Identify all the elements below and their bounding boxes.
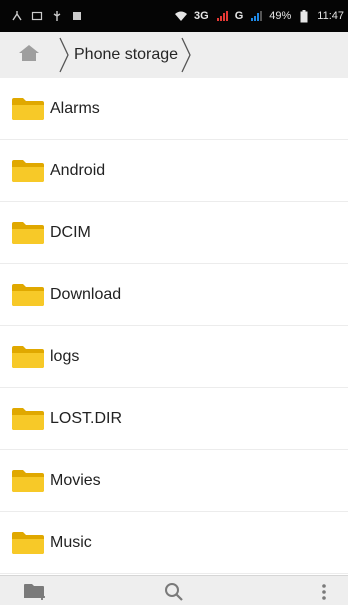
file-name: Download — [50, 285, 122, 303]
folder-icon — [12, 159, 44, 182]
file-name: Music — [50, 533, 92, 551]
list-item-lost-dir[interactable]: LOST.DIR — [0, 388, 348, 450]
new-folder-button[interactable] — [22, 580, 50, 604]
signal-icon-2 — [249, 9, 263, 23]
breadcrumb-phone-storage[interactable]: Phone storage — [72, 46, 180, 64]
status-bar: 3G G 49% 11:47 — [0, 0, 348, 32]
image-icon — [70, 9, 84, 23]
file-name: DCIM — [50, 223, 91, 241]
usb-icon — [10, 9, 24, 23]
clock: 11:47 — [317, 10, 344, 22]
new-folder-icon — [24, 584, 45, 600]
file-name: LOST.DIR — [50, 409, 123, 427]
wifi-icon — [174, 9, 188, 23]
folder-icon — [12, 531, 44, 554]
status-bar-notifications — [10, 9, 84, 23]
signal-icon — [215, 9, 229, 23]
file-name: Alarms — [50, 99, 100, 117]
breadcrumb-separator-end — [180, 32, 194, 78]
network-3g-label: 3G — [194, 10, 209, 22]
file-name: Android — [50, 161, 106, 179]
folder-icon — [12, 221, 44, 244]
network-g-label: G — [234, 10, 244, 22]
breadcrumb-separator — [58, 32, 72, 78]
home-icon — [17, 43, 41, 68]
folder-icon — [12, 345, 44, 368]
overflow-menu-icon — [322, 584, 326, 600]
breadcrumb-home[interactable] — [0, 32, 58, 78]
battery-icon — [297, 9, 311, 23]
list-item-music[interactable]: Music — [0, 512, 348, 574]
list-item-alarms[interactable]: Alarms — [0, 78, 348, 140]
folder-icon — [12, 283, 44, 306]
status-bar-system: 3G G 49% 11:47 — [174, 9, 344, 23]
folder-icon — [12, 407, 44, 430]
list-item-android[interactable]: Android — [0, 140, 348, 202]
battery-percent: 49% — [269, 10, 292, 22]
screenshot-icon — [30, 9, 44, 23]
breadcrumb: Phone storage — [0, 32, 348, 78]
file-name: logs — [50, 347, 80, 365]
list-item-dcim[interactable]: DCIM — [0, 202, 348, 264]
list-item-download[interactable]: Download — [0, 264, 348, 326]
file-name: Movies — [50, 471, 101, 489]
usb-debug-icon — [50, 9, 64, 23]
list-item-logs[interactable]: logs — [0, 326, 348, 388]
search-button[interactable] — [160, 580, 188, 604]
file-list: Alarms Android DCIM Download logs LOST.D… — [0, 78, 348, 575]
list-item-movies[interactable]: Movies — [0, 450, 348, 512]
folder-icon — [12, 97, 44, 120]
search-icon — [165, 583, 183, 601]
bottom-toolbar — [0, 575, 348, 605]
folder-icon — [12, 469, 44, 492]
overflow-menu-button[interactable] — [310, 580, 338, 604]
